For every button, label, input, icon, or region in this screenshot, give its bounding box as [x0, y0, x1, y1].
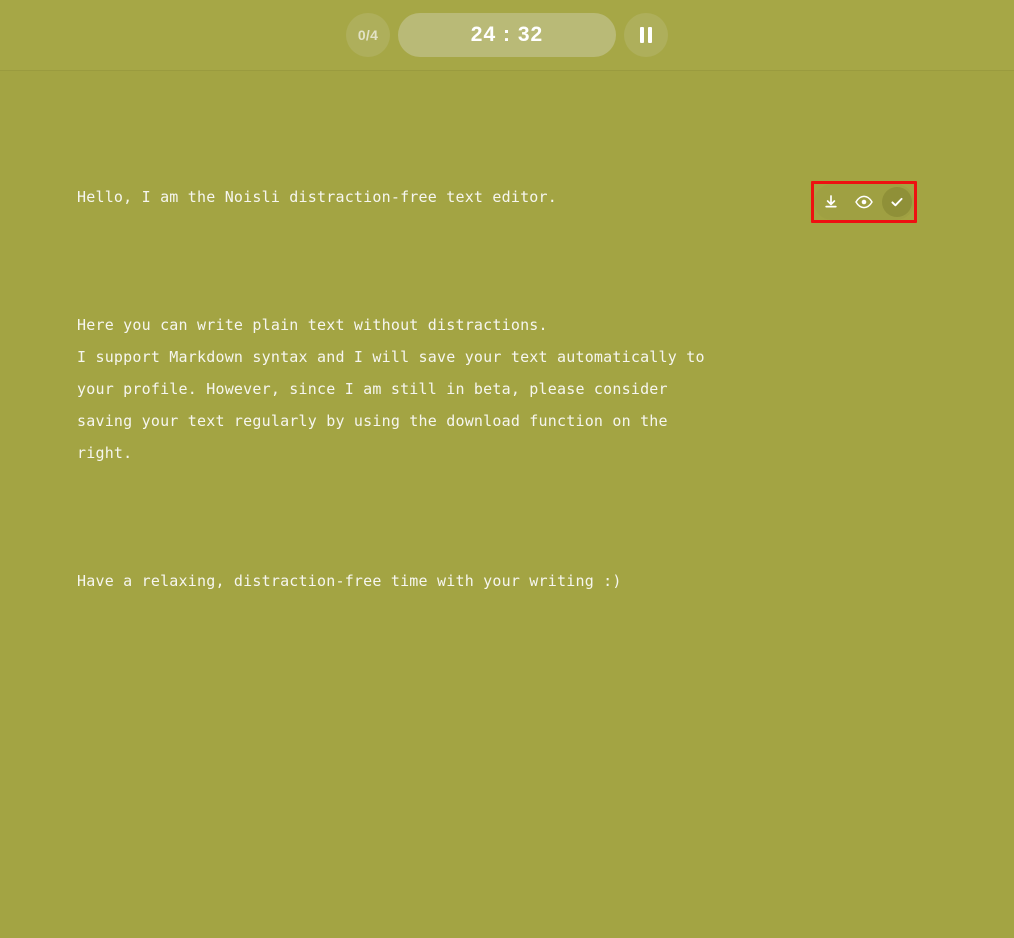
text-editor-content[interactable]: Hello, I am the Noisli distraction-free …: [77, 117, 777, 661]
noisli-app-window: 0/4 24 : 32 Hello, I am the Noisli distr…: [0, 0, 1014, 938]
editor-paragraph: Have a relaxing, distraction-free time w…: [77, 572, 622, 590]
check-icon: [889, 194, 905, 210]
editor-action-toolbar: [814, 184, 914, 220]
editor-area[interactable]: Hello, I am the Noisli distraction-free …: [0, 71, 1014, 938]
pause-icon: [640, 27, 652, 43]
timer-cluster: 0/4 24 : 32: [346, 13, 668, 57]
preview-button[interactable]: [849, 187, 879, 217]
timer-display[interactable]: 24 : 32: [398, 13, 616, 57]
save-button[interactable]: [882, 187, 913, 217]
pause-button[interactable]: [624, 13, 668, 57]
session-counter-badge[interactable]: 0/4: [346, 13, 390, 57]
toolbar-highlight-box: [811, 181, 917, 223]
download-icon: [823, 194, 839, 210]
timer-header-bar: 0/4 24 : 32: [0, 0, 1014, 71]
download-button[interactable]: [816, 187, 846, 217]
editor-paragraph: Hello, I am the Noisli distraction-free …: [77, 188, 557, 206]
editor-paragraph: Here you can write plain text without di…: [77, 316, 705, 462]
eye-icon: [855, 195, 873, 209]
